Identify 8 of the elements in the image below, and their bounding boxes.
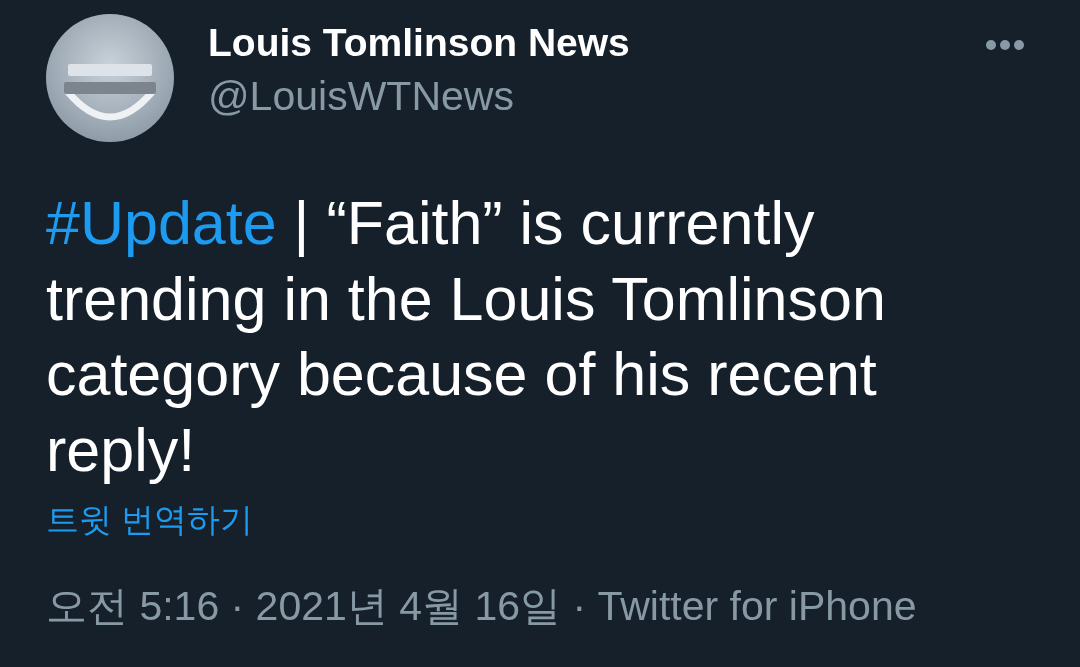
author-handle[interactable]: @LouisWTNews — [208, 72, 514, 120]
hashtag-link[interactable]: #Update — [46, 189, 277, 257]
author-name[interactable]: Louis Tomlinson News — [208, 20, 630, 66]
more-options-icon[interactable] — [986, 40, 1024, 50]
translate-tweet-link[interactable]: 트윗 번역하기 — [46, 500, 254, 540]
avatar-image[interactable] — [46, 14, 174, 142]
tweet-timestamp: 오전 5:16 · 2021년 4월 16일 · Twitter for iPhone — [46, 582, 917, 630]
tweet-text: #Update | “Faith” is currently trending in the Louis Tomlinson category because of his recent reply! — [46, 188, 887, 486]
